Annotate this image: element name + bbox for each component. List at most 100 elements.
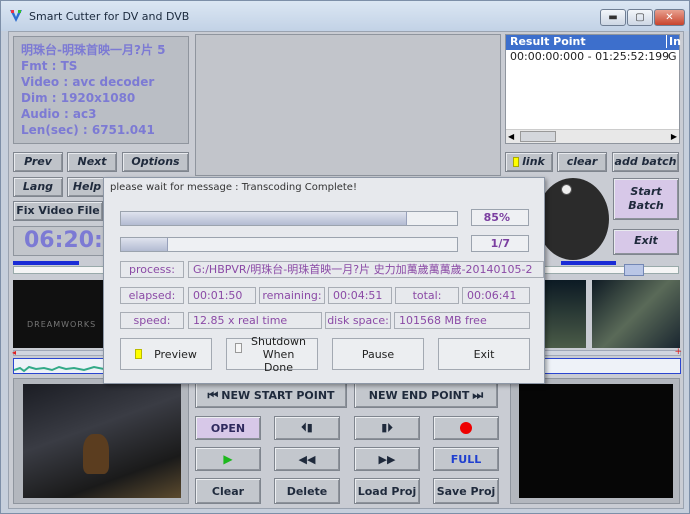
play-button[interactable]: ▶ — [195, 447, 261, 471]
app-window: Smart Cutter for DV and DVB ▬ ▢ ✕ 明珠台-明珠… — [0, 0, 690, 514]
horizontal-scrollbar[interactable]: ◀ ▶ — [506, 129, 679, 143]
process-value: G:/HBPVR/明珠台-明珠首映一月?片 史力加萬歲萬萬歲-20140105-… — [188, 261, 544, 278]
add-batch-button[interactable]: add batch — [612, 152, 679, 172]
fast-forward-button[interactable]: ▶▶ — [354, 447, 420, 471]
format-info: Fmt : TS — [21, 59, 78, 73]
timeline-marker-right — [561, 261, 616, 265]
total-value: 00:06:41 — [462, 287, 530, 304]
link-button[interactable]: link — [505, 152, 553, 172]
result-header: Result Point In — [506, 35, 681, 50]
dial-knob[interactable] — [561, 184, 572, 195]
disk-space-label: disk space: — [325, 312, 391, 329]
preview-label: Preview — [154, 347, 197, 361]
next-frame-button[interactable]: ▮⏵ — [354, 416, 420, 440]
batch-exit-button[interactable]: Exit — [613, 229, 679, 255]
audio-info: Audio : ac3 — [21, 107, 97, 121]
clear-button[interactable]: Clear — [195, 478, 261, 504]
minimize-button[interactable]: ▬ — [600, 9, 626, 26]
next-frame-icon: ▮⏵ — [381, 421, 393, 434]
prev-frame-icon: ⏴▮ — [301, 421, 313, 434]
prev-button[interactable]: Prev — [13, 152, 63, 172]
rewind-icon: ◀◀ — [298, 452, 316, 466]
play-icon: ▶ — [223, 452, 233, 466]
shutdown-checkbox[interactable]: Shutdown When Done — [226, 335, 318, 374]
jog-dial[interactable] — [537, 178, 609, 260]
file-progress-bar — [120, 237, 458, 252]
range-start-icon[interactable]: ◂ — [12, 348, 16, 357]
timecode-display: 06:20:3 — [13, 226, 118, 256]
link-indicator-icon — [513, 157, 520, 167]
thumb-watermark: DREAMWORKS — [27, 320, 97, 329]
maximize-button[interactable]: ▢ — [627, 9, 653, 26]
output-video-image[interactable] — [519, 384, 673, 498]
scroll-right-icon[interactable]: ▶ — [671, 132, 677, 141]
range-end-icon[interactable]: + — [674, 347, 682, 357]
new-end-point-button[interactable]: NEW END POINT ⏭ — [354, 382, 498, 408]
prev-frame-button[interactable]: ⏴▮ — [274, 416, 340, 440]
elapsed-value: 00:01:50 — [188, 287, 256, 304]
thumbnail-soldiers-2[interactable] — [592, 280, 680, 348]
preview-button[interactable]: Preview — [120, 338, 212, 370]
checkbox-icon[interactable] — [234, 343, 242, 353]
dialog-exit-button[interactable]: Exit — [438, 338, 530, 370]
options-button[interactable]: Options — [122, 152, 189, 172]
scroll-left-icon[interactable]: ◀ — [508, 132, 514, 141]
result-list[interactable]: Result Point In 00:00:00:000 - 01:25:52:… — [505, 34, 681, 144]
preview-area — [195, 34, 501, 176]
clear-batch-button[interactable]: clear — [557, 152, 607, 172]
overall-progress-bar — [120, 211, 458, 226]
start-point-icon: ⏮ — [207, 387, 219, 402]
file-progress-value: 1/7 — [471, 235, 529, 252]
dimension-info: Dim : 1920x1080 — [21, 91, 136, 105]
record-icon — [460, 422, 472, 434]
video-info: Video : avc decoder — [21, 75, 155, 89]
new-start-point-button[interactable]: ⏮ NEW START POINT — [195, 382, 347, 408]
waveform-graph-icon — [13, 365, 105, 373]
new-start-label: NEW START POINT — [221, 388, 335, 402]
col-in: In — [666, 35, 681, 48]
result-in: G — [668, 50, 677, 63]
pause-button[interactable]: Pause — [332, 338, 424, 370]
open-button[interactable]: OPEN — [195, 416, 261, 440]
output-video-frame — [510, 378, 680, 504]
start-batch-button[interactable]: Start Batch — [613, 178, 679, 220]
position-thumb[interactable] — [624, 264, 644, 276]
preview-indicator-icon — [135, 349, 143, 359]
transcoding-dialog: please wait for message : Transcoding Co… — [103, 177, 545, 384]
file-name: 明珠台-明珠首映一月?片 5 — [21, 43, 166, 57]
window-title: Smart Cutter for DV and DVB — [29, 10, 190, 23]
save-proj-button[interactable]: Save Proj — [433, 478, 499, 504]
total-label: total: — [395, 287, 459, 304]
close-button[interactable]: ✕ — [654, 9, 685, 26]
process-label: process: — [120, 261, 184, 278]
load-proj-button[interactable]: Load Proj — [354, 478, 420, 504]
remaining-value: 00:04:51 — [328, 287, 392, 304]
speed-value: 12.85 x real time — [188, 312, 322, 329]
elapsed-label: elapsed: — [120, 287, 184, 304]
dialog-title: please wait for message : Transcoding Co… — [110, 182, 357, 193]
overall-progress-fill — [121, 212, 407, 225]
remaining-label: remaining: — [259, 287, 325, 304]
lang-button[interactable]: Lang — [13, 177, 63, 197]
fix-video-button[interactable]: Fix Video File — [13, 201, 103, 221]
delete-button[interactable]: Delete — [274, 478, 340, 504]
table-row[interactable]: 00:00:00:000 - 01:25:52:199 G — [506, 50, 679, 64]
result-time-range: 00:00:00:000 - 01:25:52:199 — [510, 50, 670, 63]
source-video-image[interactable] — [23, 384, 181, 498]
new-end-label: NEW END POINT — [368, 388, 470, 402]
full-button[interactable]: FULL — [433, 447, 499, 471]
title-bar: Smart Cutter for DV and DVB ▬ ▢ ✕ — [1, 1, 689, 31]
scroll-thumb[interactable] — [520, 131, 556, 142]
link-label: link — [522, 155, 545, 168]
fast-forward-icon: ▶▶ — [378, 452, 396, 466]
thumbnail-left[interactable]: DREAMWORKS — [13, 280, 103, 348]
rewind-button[interactable]: ◀◀ — [274, 447, 340, 471]
record-button[interactable] — [433, 416, 499, 440]
next-button[interactable]: Next — [67, 152, 117, 172]
end-point-icon: ⏭ — [472, 387, 484, 402]
overall-progress-value: 85% — [471, 209, 529, 226]
timeline-marker-left — [13, 261, 79, 265]
thumbnail-soldiers-1[interactable] — [544, 280, 586, 348]
help-button[interactable]: Help — [67, 177, 107, 197]
disk-space-value: 101568 MB free — [394, 312, 530, 329]
